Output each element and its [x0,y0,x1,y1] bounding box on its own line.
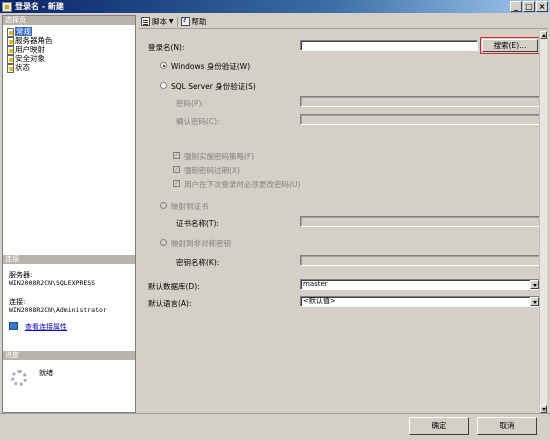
page-icon [6,36,14,46]
help-label: 帮助 [191,17,207,26]
cert-map-radio[interactable] [160,202,167,209]
page-status-label: 状态 [15,63,30,72]
chevron-down-icon[interactable] [530,280,539,289]
cancel-button[interactable]: 取消 [477,417,537,435]
page-server-roles-label: 服务器角色 [15,36,53,45]
view-connection-properties-link[interactable]: 查看连接属性 [25,322,67,332]
default-db-value: master [303,280,328,288]
cert-map-label: 映射到证书 [171,202,209,211]
progress-spinner-icon [11,370,27,386]
default-lang-select[interactable]: <默认值> [300,296,540,307]
page-icon [6,54,14,64]
page-icon [6,45,14,55]
progress-header: 进度 [3,351,135,360]
window-title: 登录名 - 新建 [15,2,64,11]
page-user-mapping[interactable]: 用户映射 [6,45,45,55]
enforce-expiration-label: 强制密码过期(X) [184,166,240,175]
asym-key-label: 映射到非对称密钥 [171,239,231,248]
search-button[interactable]: 搜索(E)... [480,37,540,54]
minimize-button[interactable]: _ [510,1,522,12]
chevron-down-icon[interactable] [530,297,539,306]
help-button[interactable]: 帮助 [180,16,207,27]
close-button[interactable]: × [536,1,548,12]
page-user-mapping-label: 用户映射 [15,45,45,54]
default-lang-label: 默认语言(A): [148,299,192,308]
dialog-footer: 确定 取消 [0,413,550,440]
connection-header: 连接 [3,255,135,264]
login-name-label: 登录名(N): [148,43,185,52]
password-label: 密码(P): [176,99,204,108]
connection-value: WIN2008R2CN\Administrator [9,306,107,314]
password-input[interactable] [300,96,540,107]
page-securables-label: 安全对象 [15,54,45,63]
title-bar: 登录名 - 新建 _ □ × [0,0,550,13]
page-general-label: 常规 [15,27,32,36]
page-icon [6,27,14,37]
help-icon [180,16,190,26]
ok-button[interactable]: 确定 [409,417,469,435]
page-securables[interactable]: 安全对象 [6,54,45,64]
vertical-scrollbar[interactable] [539,31,547,413]
script-button[interactable]: 脚本 ▼ [141,16,174,27]
progress-status: 就绪 [39,369,53,377]
enforce-policy-checkbox[interactable]: ✓ [173,152,180,159]
must-change-label: 用户在下次登录时必须更改密码(U) [184,180,301,189]
left-pane: 选择页 常规 服务器角色 用户映射 安全对象 状态 连接 服务器: WIN200… [2,15,136,413]
server-value: WIN2008R2CN\SQLEXPRESS [9,279,96,287]
maximize-button[interactable]: □ [523,1,535,12]
right-pane: 脚本 ▼ 帮助 登录名(N): 搜索(E)... Windows 身份验证(W)… [138,15,548,413]
scroll-up-icon[interactable] [540,31,547,39]
asym-key-radio[interactable] [160,239,167,246]
connection-properties-icon [9,322,18,330]
default-db-select[interactable]: master [300,279,540,290]
window-icon [2,1,12,12]
script-icon [141,17,150,26]
sql-auth-radio[interactable] [160,82,167,89]
windows-auth-radio[interactable] [160,62,167,69]
enforce-expiration-checkbox[interactable]: ✓ [173,166,180,173]
enforce-policy-label: 强制实施密码策略(F) [184,152,255,161]
scroll-down-icon[interactable] [540,405,547,413]
select-page-header: 选择页 [3,16,135,25]
page-icon [6,63,14,73]
windows-auth-label: Windows 身份验证(W) [171,62,251,71]
default-db-label: 默认数据库(D): [148,282,200,291]
cert-name-input[interactable] [300,216,540,227]
sql-auth-label: SQL Server 身份验证(S) [171,82,256,91]
confirm-password-label: 确认密码(C): [176,117,220,126]
must-change-checkbox[interactable]: ✓ [173,180,180,187]
key-name-label: 密钥名称(K): [176,258,220,267]
script-label: 脚本 [152,17,167,26]
toolbar-separator [176,16,178,27]
cert-name-label: 证书名称(T): [176,219,219,228]
default-lang-value: <默认值> [303,297,336,305]
login-name-input[interactable] [300,40,478,51]
confirm-password-input[interactable] [300,114,540,125]
chevron-down-icon: ▼ [167,18,174,25]
page-status[interactable]: 状态 [6,63,30,73]
page-server-roles[interactable]: 服务器角色 [6,36,53,46]
toolbar: 脚本 ▼ 帮助 [138,15,548,29]
page-general[interactable]: 常规 [6,27,32,37]
key-name-input[interactable] [300,255,540,266]
